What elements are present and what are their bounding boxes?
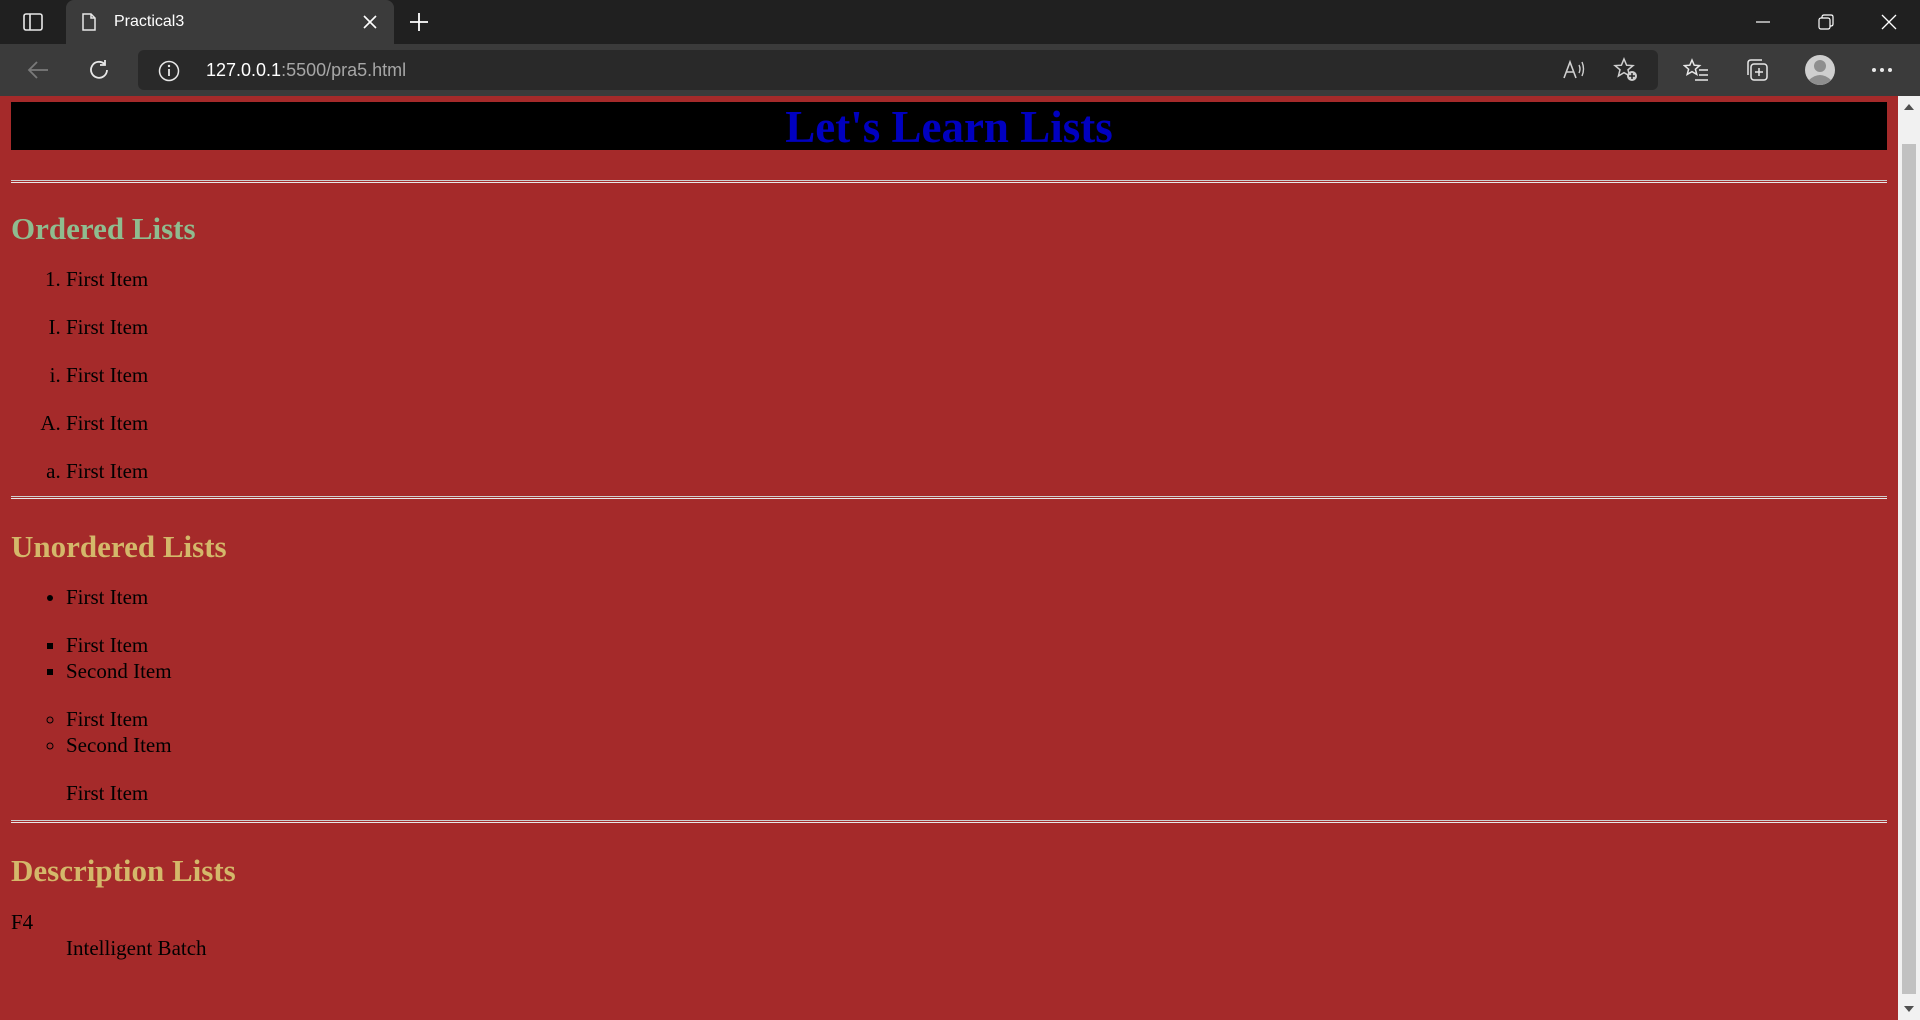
url-path: :5500/pra5.html — [281, 60, 407, 80]
unordered-list-none: First Item — [11, 780, 1887, 806]
collections-icon[interactable] — [1737, 50, 1777, 90]
tab-strip: Practical3 — [0, 0, 1920, 44]
new-tab-icon[interactable] — [404, 8, 434, 36]
divider — [11, 820, 1887, 823]
list-item: First Item — [66, 458, 1887, 484]
list-item: First Item — [66, 362, 1887, 388]
list-item: First Item — [66, 410, 1887, 436]
tab-actions-icon[interactable] — [14, 8, 52, 36]
divider — [11, 496, 1887, 499]
unordered-list-square: First Item Second Item — [11, 632, 1887, 684]
refresh-icon[interactable] — [79, 50, 119, 90]
address-bar[interactable]: 127.0.0.1:5500/pra5.html — [138, 50, 1658, 90]
page-viewport: Let's Learn Lists Ordered Lists First It… — [0, 96, 1898, 1020]
description-lists-heading: Description Lists — [11, 853, 236, 888]
scrollbar-thumb[interactable] — [1902, 144, 1916, 994]
read-aloud-icon[interactable] — [1559, 55, 1589, 85]
back-arrow-icon[interactable] — [18, 50, 58, 90]
description-definition: Intelligent Batch — [66, 936, 207, 960]
close-window-icon[interactable] — [1858, 0, 1920, 44]
ordered-list-upper-alpha: First Item — [11, 410, 1887, 436]
close-tab-icon[interactable] — [360, 12, 380, 32]
restore-icon[interactable] — [1795, 0, 1857, 44]
list-item: First Item — [66, 781, 149, 805]
navigation-toolbar: 127.0.0.1:5500/pra5.html — [0, 44, 1920, 96]
scroll-down-arrow-icon[interactable] — [1898, 998, 1920, 1020]
ordered-list-lower-alpha: First Item — [11, 458, 1887, 484]
list-item: First Item — [66, 584, 1887, 610]
ordered-list-numeric: First Item — [11, 266, 1887, 292]
page-body: Let's Learn Lists Ordered Lists First It… — [11, 96, 1887, 961]
ordered-list-lower-roman: First Item — [11, 362, 1887, 388]
list-item: Second Item — [66, 658, 1887, 684]
unordered-lists-heading: Unordered Lists — [11, 529, 227, 564]
description-term: F4 — [11, 910, 34, 934]
favorites-icon[interactable] — [1676, 50, 1716, 90]
url-host: 127.0.0.1 — [206, 60, 282, 80]
list-item: First Item — [66, 632, 1887, 658]
unordered-list-circle: First Item Second Item — [11, 706, 1887, 758]
url-text[interactable]: 127.0.0.1:5500/pra5.html — [206, 60, 406, 81]
list-item: Second Item — [66, 732, 1887, 758]
list-item: First Item — [66, 266, 1887, 292]
unordered-list-disc: First Item — [11, 584, 1887, 610]
active-tab[interactable]: Practical3 — [66, 0, 394, 44]
list-item: First Item — [66, 314, 1887, 340]
ordered-lists-heading: Ordered Lists — [11, 211, 196, 246]
ordered-list-upper-roman: First Item — [11, 314, 1887, 340]
tab-title: Practical3 — [114, 13, 185, 30]
page-icon — [82, 12, 100, 32]
site-info-icon[interactable] — [158, 60, 180, 82]
more-options-icon[interactable] — [1862, 50, 1902, 90]
page-banner: Let's Learn Lists — [11, 102, 1887, 152]
scroll-up-arrow-icon[interactable] — [1898, 96, 1920, 118]
page-title: Let's Learn Lists — [785, 102, 1113, 152]
divider — [11, 180, 1887, 183]
list-item: First Item — [66, 706, 1887, 732]
minimize-icon[interactable] — [1732, 0, 1794, 44]
description-list: F4 Intelligent Batch — [11, 909, 1887, 961]
vertical-scrollbar[interactable] — [1898, 96, 1920, 1020]
add-favorite-icon[interactable] — [1611, 55, 1641, 85]
profile-avatar-icon[interactable] — [1800, 50, 1840, 90]
